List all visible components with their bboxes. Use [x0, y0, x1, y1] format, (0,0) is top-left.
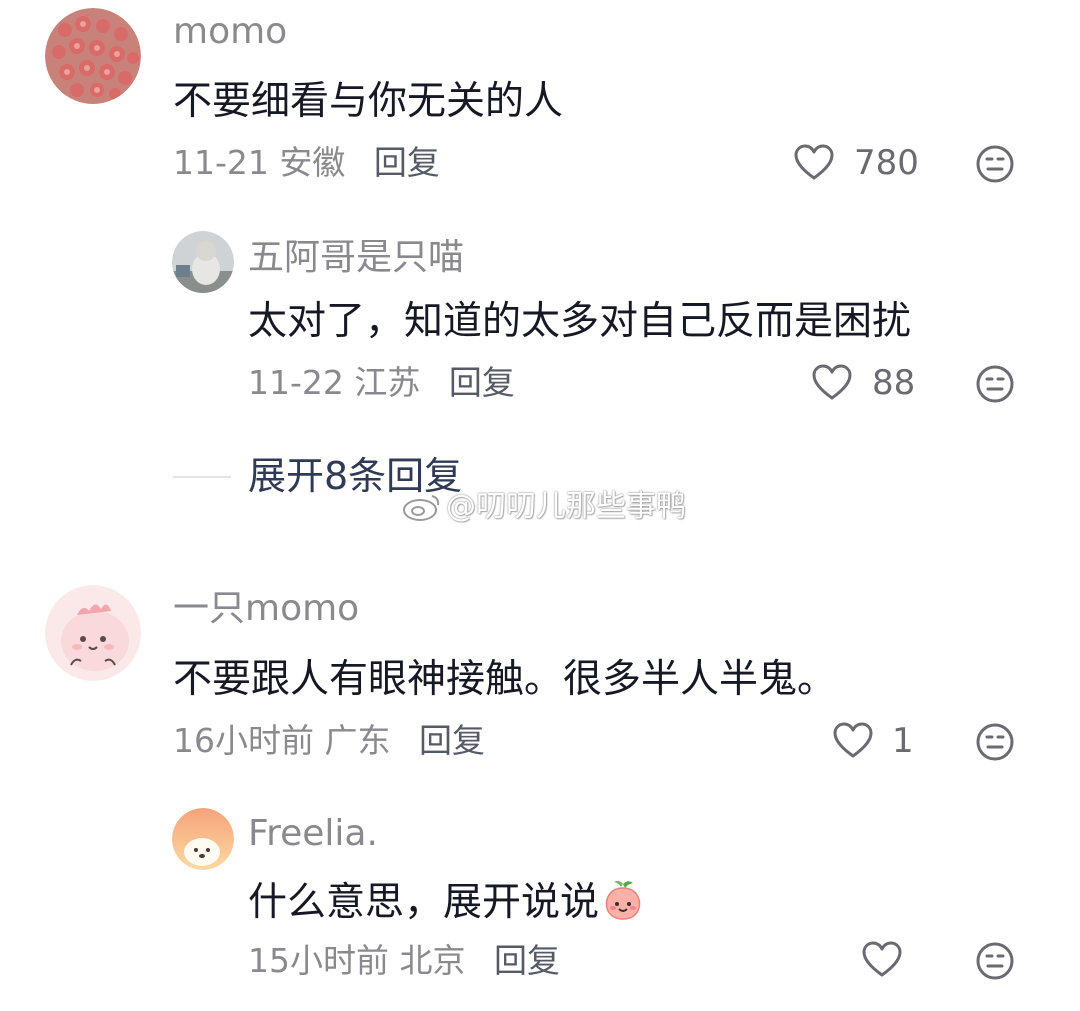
watermark: @叨叨儿那些事鸭: [402, 492, 686, 522]
comment-meta: 15小时前 北京 回复: [248, 944, 560, 977]
comment-text: 不要跟人有眼神接触。很多半人半鬼。: [173, 657, 837, 702]
comment-date: 11-21: [173, 143, 269, 182]
comment-text: 什么意思，展开说说: [248, 879, 600, 925]
expand-replies-button[interactable]: 展开8条回复: [248, 457, 462, 495]
reply-button[interactable]: 回复: [419, 721, 485, 760]
neutral-face-icon[interactable]: [975, 144, 1015, 184]
neutral-face-icon[interactable]: [975, 941, 1015, 981]
comment-meta: 11-21 安徽 回复: [173, 146, 440, 179]
comment-username[interactable]: Freelia.: [248, 816, 378, 852]
avatar-wuage[interactable]: [172, 231, 234, 293]
like-count: 780: [854, 143, 919, 183]
reply-button[interactable]: 回复: [494, 941, 560, 980]
expand-divider: [173, 476, 231, 478]
neutral-face-icon[interactable]: [975, 722, 1015, 762]
reply-button[interactable]: 回复: [374, 143, 440, 182]
heart-outline-icon[interactable]: [812, 364, 852, 402]
comment-text: 不要细看与你无关的人: [173, 79, 564, 124]
like-count: 88: [872, 363, 916, 403]
peach-emoji-icon: [601, 878, 645, 926]
heart-outline-icon[interactable]: [833, 722, 873, 760]
heart-outline-icon[interactable]: [794, 144, 834, 182]
weibo-logo-icon: [403, 495, 440, 521]
comment-location: 北京: [399, 941, 466, 980]
comment-username[interactable]: 五阿哥是只喵: [248, 240, 464, 276]
comment-text: 太对了，知道的太多对自己反而是困扰: [248, 299, 912, 344]
watermark-text: @叨叨儿那些事鸭: [446, 489, 686, 524]
comment-username[interactable]: 一只momo: [173, 591, 359, 627]
avatar-momo[interactable]: [45, 8, 141, 104]
neutral-face-icon[interactable]: [975, 364, 1015, 404]
comment-date: 16小时前: [173, 721, 314, 760]
heart-outline-icon[interactable]: [862, 941, 902, 979]
comment-location: 安徽: [279, 143, 346, 182]
avatar-freelia[interactable]: [172, 808, 234, 870]
comment-meta: 11-22 江苏 回复: [248, 366, 515, 399]
reply-button[interactable]: 回复: [449, 363, 515, 402]
like-count: 1: [892, 721, 914, 761]
comment-meta: 16小时前 广东 回复: [173, 724, 485, 757]
comment-date: 11-22: [248, 363, 344, 402]
comment-text-row: 什么意思，展开说说: [248, 878, 645, 926]
comment-date: 15小时前: [248, 941, 389, 980]
comment-location: 广东: [324, 721, 391, 760]
comment-username[interactable]: momo: [173, 14, 287, 50]
avatar-yizhimomo[interactable]: [45, 585, 141, 681]
comment-location: 江苏: [354, 363, 421, 402]
